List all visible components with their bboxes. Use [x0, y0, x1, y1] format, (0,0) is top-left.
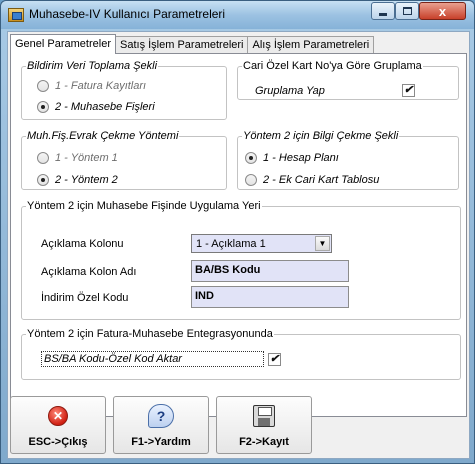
save-button[interactable]: F2->Kayıt [216, 396, 312, 454]
help-icon: ? [148, 404, 174, 428]
minimize-icon [379, 12, 387, 16]
checkbox-label: Gruplama Yap [255, 84, 325, 97]
group-yontem2bilgi-legend: Yöntem 2 için Bilgi Çekme Şekli [243, 130, 399, 142]
close-circle-icon: ✕ [48, 406, 68, 426]
radio-label: 1 - Hesap Planı [263, 152, 339, 164]
exit-button-label: ESC->Çıkış [28, 436, 88, 448]
aciklama-kolonu-label: Açıklama Kolonu [41, 238, 124, 250]
tab-strip: Genel Parametreler Satış İşlem Parametre… [10, 34, 375, 54]
select-value: 1 - Açıklama 1 [196, 237, 266, 250]
checkbox-label: BS/BA Kodu-Özel Kod Aktar [41, 351, 264, 367]
indirim-ozel-kodu-field[interactable]: IND [191, 286, 349, 308]
radio-circle [245, 174, 257, 186]
help-button[interactable]: ? F1->Yardım [113, 396, 209, 454]
radio-label: 1 - Fatura Kayıtları [55, 80, 147, 92]
aciklama-kolon-adi-label: Açıklama Kolon Adı [41, 266, 137, 278]
title-bar[interactable]: Muhasebe-IV Kullanıcı Parametreleri x [1, 1, 474, 29]
app-window: Muhasebe-IV Kullanıcı Parametreleri x Ge… [0, 0, 475, 464]
dialog-body: Genel Parametreler Satış İşlem Parametre… [7, 31, 470, 459]
exit-icon-box: ✕ [44, 402, 72, 430]
checkbox-gruplama-yap[interactable]: Gruplama Yap ✔ [255, 84, 415, 97]
checkbox-box: ✔ [402, 84, 415, 97]
group-yontem2muh-legend: Yöntem 2 için Muhasebe Fişinde Uygulama … [27, 200, 261, 212]
close-button[interactable]: x [419, 2, 466, 20]
aciklama-kolonu-select[interactable]: 1 - Açıklama 1 ▼ [191, 234, 332, 253]
radio-label: 1 - Yöntem 1 [55, 152, 118, 164]
checkbox-box: ✔ [268, 352, 281, 366]
group-muhfis-legend: Muh.Fiş.Evrak Çekme Yöntemi [27, 130, 179, 142]
group-yontem2fatura-legend: Yöntem 2 için Fatura-Muhasebe Entegrasyo… [27, 328, 273, 340]
radio-hesap-plani[interactable]: 1 - Hesap Planı [245, 152, 339, 164]
save-icon-box [250, 402, 278, 430]
maximize-icon [402, 7, 412, 15]
save-button-label: F2->Kayıt [239, 436, 289, 448]
tab-genel-parametreler[interactable]: Genel Parametreler [10, 34, 116, 54]
tab-alis-islem-parametreleri[interactable]: Alış İşlem Parametreleri [247, 36, 375, 54]
aciklama-kolon-adi-field[interactable]: BA/BS Kodu [191, 260, 349, 282]
radio-circle [37, 152, 49, 164]
radio-circle-selected [245, 152, 257, 164]
radio-ek-cari-kart-tablosu[interactable]: 2 - Ek Cari Kart Tablosu [245, 174, 379, 186]
chevron-down-icon[interactable]: ▼ [315, 236, 330, 251]
help-icon-box: ? [147, 402, 175, 430]
floppy-disk-icon [253, 405, 275, 427]
radio-label: 2 - Ek Cari Kart Tablosu [263, 174, 380, 186]
indirim-ozel-kodu-label: İndirim Özel Kodu [41, 292, 129, 304]
window-title: Muhasebe-IV Kullanıcı Parametreleri [29, 7, 226, 21]
exit-button[interactable]: ✕ ESC->Çıkış [10, 396, 106, 454]
radio-label: 2 - Yöntem 2 [55, 174, 118, 186]
app-icon [8, 8, 24, 22]
group-cari-legend: Cari Özel Kart No'ya Göre Gruplama [243, 60, 422, 72]
radio-circle-selected [37, 101, 49, 113]
radio-label: 2 - Muhasebe Fişleri [55, 101, 155, 113]
radio-fatura-kayitlari[interactable]: 1 - Fatura Kayıtları [37, 80, 146, 92]
radio-yontem-1[interactable]: 1 - Yöntem 1 [37, 152, 118, 164]
checkbox-bs-ba-kodu-aktar[interactable]: BS/BA Kodu-Özel Kod Aktar ✔ [41, 351, 281, 367]
radio-circle [37, 80, 49, 92]
group-bildirim-legend: Bildirim Veri Toplama Şekli [27, 60, 158, 72]
close-icon: x [438, 3, 447, 19]
maximize-button[interactable] [395, 2, 419, 20]
radio-yontem-2[interactable]: 2 - Yöntem 2 [37, 174, 118, 186]
radio-muhasebe-fisleri[interactable]: 2 - Muhasebe Fişleri [37, 101, 155, 113]
tab-panel-genel: Bildirim Veri Toplama Şekli 1 - Fatura K… [10, 53, 467, 417]
minimize-button[interactable] [371, 2, 395, 20]
tab-satis-islem-parametreleri[interactable]: Satış İşlem Parametreleri [115, 36, 249, 54]
help-button-label: F1->Yardım [131, 436, 191, 448]
radio-circle-selected [37, 174, 49, 186]
